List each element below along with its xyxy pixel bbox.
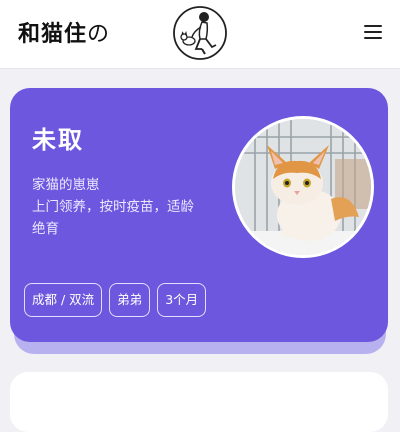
tag-location[interactable]: 成都 / 双流 bbox=[24, 283, 103, 317]
brand-logo-text[interactable]: 和猫住の bbox=[18, 16, 110, 48]
cat-person-logo-icon[interactable] bbox=[172, 5, 228, 61]
cat-profile-card[interactable]: 未取 家猫的崽崽 上门领养，按时疫苗，适龄 绝育 成都 / 双流 弟弟 3个月 bbox=[10, 88, 388, 342]
top-header: 和猫住の bbox=[0, 0, 400, 69]
cat-name: 未取 bbox=[32, 126, 84, 154]
cat-photo[interactable] bbox=[232, 116, 374, 258]
description-line: 上门领养，按时疫苗，适龄 bbox=[32, 199, 194, 215]
cat-tags: 成都 / 双流 弟弟 3个月 bbox=[24, 283, 207, 317]
cat-description: 家猫的崽崽 上门领养，按时疫苗，适龄 绝育 bbox=[32, 174, 232, 240]
brand-suffix: の bbox=[87, 22, 111, 47]
orange-white-kitten-photo bbox=[235, 119, 371, 255]
hamburger-menu-icon[interactable] bbox=[364, 25, 382, 41]
description-line: 家猫的崽崽 bbox=[32, 177, 100, 193]
next-cat-card[interactable] bbox=[10, 372, 388, 432]
tag-gender[interactable]: 弟弟 bbox=[109, 283, 151, 317]
tag-age[interactable]: 3个月 bbox=[157, 283, 207, 317]
description-line: 绝育 bbox=[32, 221, 59, 237]
brand-name: 和猫住 bbox=[18, 22, 88, 47]
